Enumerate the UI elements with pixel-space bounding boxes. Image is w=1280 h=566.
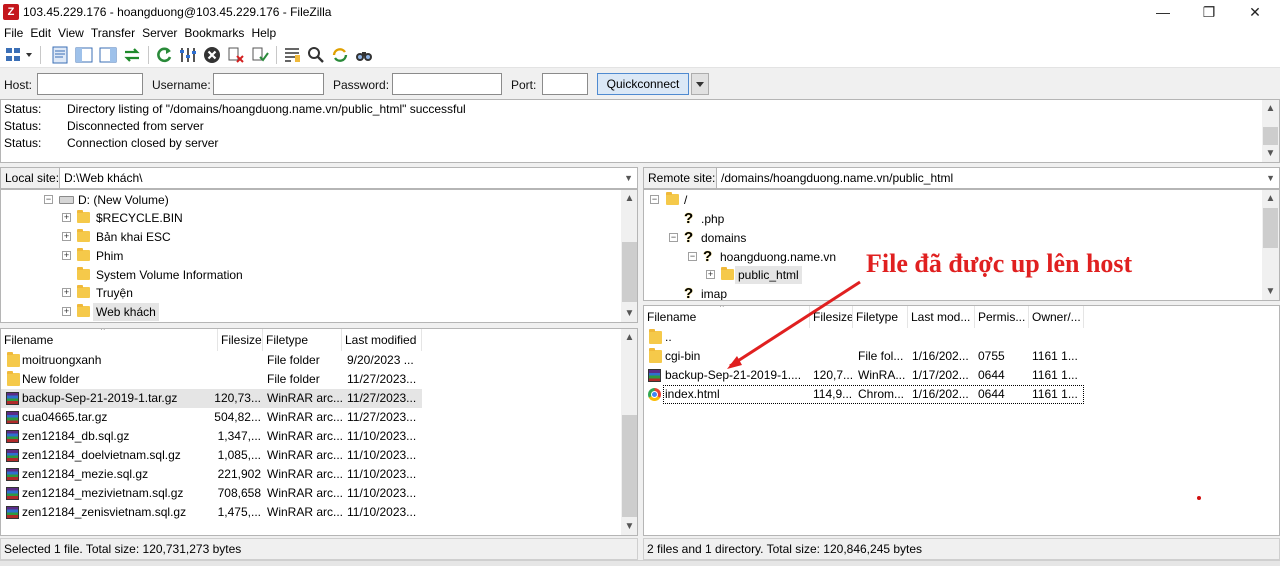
annotation-text: File đã được up lên host: [866, 249, 1133, 278]
annotation-arrow: [727, 280, 1201, 500]
